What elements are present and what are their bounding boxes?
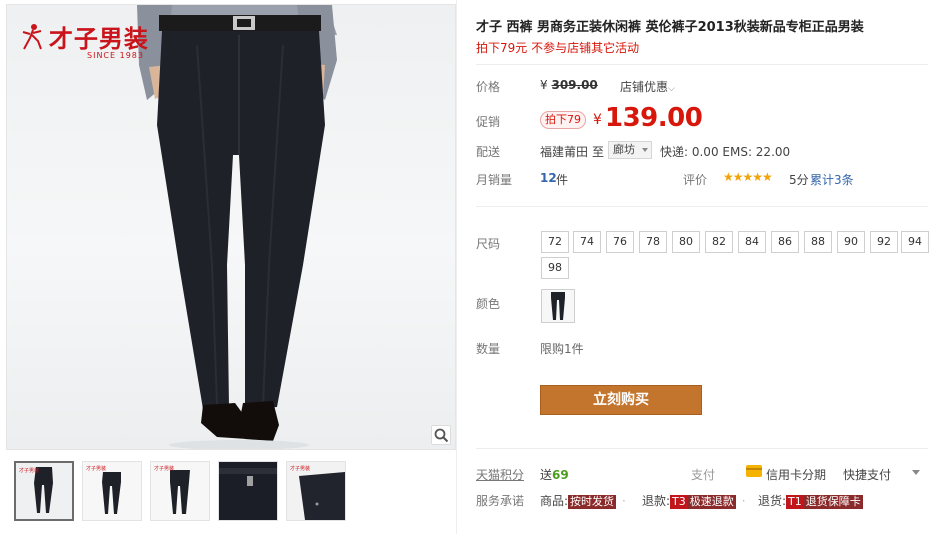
currency-symbol: ¥	[540, 78, 548, 92]
rating-score: 5分	[789, 173, 809, 187]
trousers-photo	[137, 5, 337, 449]
size-option-90[interactable]: 90	[837, 231, 865, 253]
thumbnail-image: 才子男装	[83, 462, 141, 520]
separator-dot: ·	[741, 494, 746, 508]
destination-value: 廊坊	[613, 143, 635, 156]
promo-label: 促销	[476, 115, 501, 129]
zoom-button[interactable]	[431, 425, 451, 445]
thumbnail-4[interactable]	[218, 461, 278, 521]
payment-dropdown-icon[interactable]	[912, 470, 920, 475]
service-prefix: 退货:	[758, 494, 787, 508]
original-price: ¥ 309.00	[540, 78, 598, 92]
thumbnail-5[interactable]: 才子男装	[286, 461, 346, 521]
monthly-sales-count: 12	[540, 171, 557, 185]
brand-logo: 才子男装 SINCE 1983	[21, 19, 181, 60]
original-price-value: 309.00	[551, 78, 598, 92]
brand-since: SINCE 1983	[87, 51, 144, 60]
thumbnail-1[interactable]: 才子男装	[14, 461, 74, 521]
size-option-80[interactable]: 80	[672, 231, 700, 253]
column-separator	[456, 0, 457, 534]
product-subtitle: 拍下79元 不参与店铺其它活动	[476, 41, 640, 55]
thumbnail-image: 才子男装	[151, 462, 209, 520]
promo-currency: ¥	[593, 112, 602, 128]
svg-text:才子男装: 才子男装	[86, 465, 106, 472]
separator-dot: ·	[622, 494, 626, 508]
service-item-return[interactable]: 退货: T1 退货保障卡	[758, 492, 863, 509]
size-option-94[interactable]: 94	[901, 231, 929, 253]
destination-select[interactable]: 廊坊	[608, 141, 652, 159]
credit-card-installment[interactable]: 信用卡分期	[766, 466, 826, 483]
monthly-sales-unit: 件	[556, 173, 569, 187]
service-badge: 退货保障卡	[803, 495, 863, 509]
quantity-label: 数量	[476, 342, 501, 356]
color-swatch[interactable]	[541, 289, 575, 323]
caret-down-icon	[642, 148, 648, 152]
service-prefix: 商品:	[540, 494, 569, 508]
rating-label: 评价	[683, 173, 708, 187]
thumbnail-2[interactable]: 才子男装	[82, 461, 142, 521]
service-code: T3	[670, 495, 688, 509]
size-option-84[interactable]: 84	[738, 231, 766, 253]
service-promise-label: 服务承诺	[476, 494, 525, 508]
color-swatch-image	[551, 292, 565, 320]
quick-pay[interactable]: 快捷支付	[843, 466, 891, 483]
size-label: 尺码	[476, 237, 501, 251]
product-title: 才子 西裤 男商务正装休闲裤 英伦裤子2013秋装新品专柜正品男装	[476, 20, 864, 35]
size-option-88[interactable]: 88	[804, 231, 832, 253]
size-option-82[interactable]: 82	[705, 231, 733, 253]
monthly-sales-label: 月销量	[476, 173, 513, 187]
thumbnail-3[interactable]: 才子男装	[150, 461, 210, 521]
dancer-logo-icon	[22, 23, 42, 49]
brand-name: 才子男装	[48, 24, 149, 53]
size-option-72[interactable]: 72	[541, 231, 569, 253]
purchase-limit: 限购1件	[540, 342, 584, 356]
promo-tag: 拍下79	[540, 111, 586, 129]
thumbnail-image	[219, 462, 277, 520]
thumbnail-image: 才子男装	[16, 463, 72, 519]
thumbnail-image: 才子男装	[287, 462, 345, 520]
points-prefix: 送	[540, 468, 553, 482]
promo-price: 139.00	[605, 103, 703, 133]
tmall-points: 送69	[540, 466, 569, 483]
divider	[476, 64, 928, 65]
star-rating-icon: ★★★★★	[723, 170, 773, 184]
service-badge: 按时发货	[568, 495, 617, 509]
size-option-86[interactable]: 86	[771, 231, 799, 253]
price-label: 价格	[476, 80, 501, 94]
size-option-74[interactable]: 74	[573, 231, 601, 253]
buy-now-button[interactable]: 立刻购买	[540, 385, 702, 415]
reviews-link[interactable]: 累计3条	[810, 171, 854, 188]
magnifier-icon	[434, 428, 449, 443]
shop-discount-label: 店铺优惠	[620, 80, 669, 94]
main-product-image[interactable]: 才子男装 SINCE 1983	[6, 4, 456, 450]
service-item-shipping[interactable]: 商品: 按时发货 ·	[540, 492, 626, 509]
ship-to-label: 至	[592, 145, 605, 159]
ship-from: 福建莆田	[540, 145, 589, 159]
points-value: 69	[552, 468, 569, 482]
svg-text:才子男装: 才子男装	[290, 465, 310, 472]
divider	[476, 448, 928, 449]
divider	[476, 206, 928, 207]
service-item-refund[interactable]: 退款: T3 极速退款 ·	[642, 492, 746, 509]
size-option-92[interactable]: 92	[870, 231, 898, 253]
tmall-points-label[interactable]: 天猫积分	[476, 466, 524, 483]
service-code: T1	[786, 495, 804, 509]
credit-card-icon	[746, 465, 762, 477]
shipping-fee: 快递: 0.00 EMS: 22.00	[660, 145, 791, 159]
svg-text:才子男装: 才子男装	[154, 465, 174, 472]
size-option-98[interactable]: 98	[541, 257, 569, 279]
color-label: 颜色	[476, 297, 501, 311]
service-badge: 极速退款	[687, 495, 736, 509]
size-option-78[interactable]: 78	[639, 231, 667, 253]
payment-label: 支付	[691, 468, 716, 482]
chevron-down-icon: ⌵	[668, 84, 675, 94]
shop-discount-dropdown[interactable]: 店铺优惠⌵	[620, 78, 675, 95]
svg-text:才子男装: 才子男装	[19, 467, 39, 474]
shipping-label: 配送	[476, 145, 501, 159]
service-prefix: 退款:	[642, 494, 671, 508]
size-option-76[interactable]: 76	[606, 231, 634, 253]
